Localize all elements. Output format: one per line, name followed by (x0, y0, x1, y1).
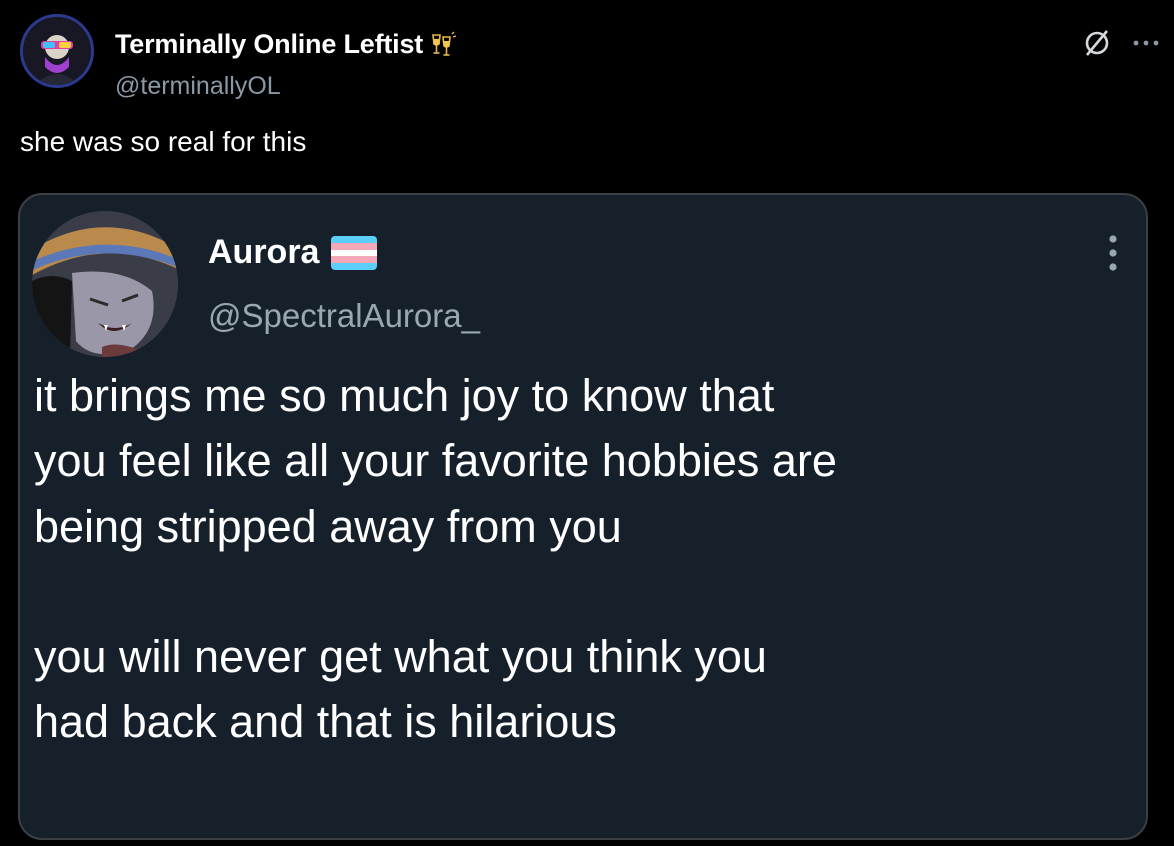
post-text: she was so real for this (20, 126, 307, 157)
post-actions (1082, 28, 1160, 58)
author-display-name[interactable]: Terminally Online Leftist (115, 29, 423, 60)
author-handle[interactable]: @terminallyOL (115, 72, 281, 101)
trans-flag-icon (331, 235, 378, 270)
post-header: Terminally Online Leftist @terminallyOL (20, 14, 1160, 100)
quoted-post-body: it brings me so much joy to know that yo… (34, 370, 837, 748)
quoted-post-card[interactable]: Aurora @SpectralAurora_ it brings me so … (18, 193, 1148, 840)
avatar-image (23, 17, 91, 85)
author-name-row[interactable]: Terminally Online Leftist (115, 29, 457, 60)
quoted-author-name-row[interactable]: Aurora (208, 233, 378, 272)
clinking-glasses-icon (432, 31, 457, 56)
slashed-circle-icon[interactable] (1082, 28, 1112, 58)
more-vertical-icon[interactable] (1106, 233, 1120, 273)
more-horizontal-icon[interactable] (1132, 38, 1160, 48)
avatar[interactable] (20, 14, 94, 88)
quoted-author-handle[interactable]: @SpectralAurora_ (208, 297, 480, 335)
quoted-avatar[interactable] (32, 211, 178, 357)
quoted-author-display-name[interactable]: Aurora (208, 233, 319, 272)
quoted-avatar-image (32, 211, 178, 357)
